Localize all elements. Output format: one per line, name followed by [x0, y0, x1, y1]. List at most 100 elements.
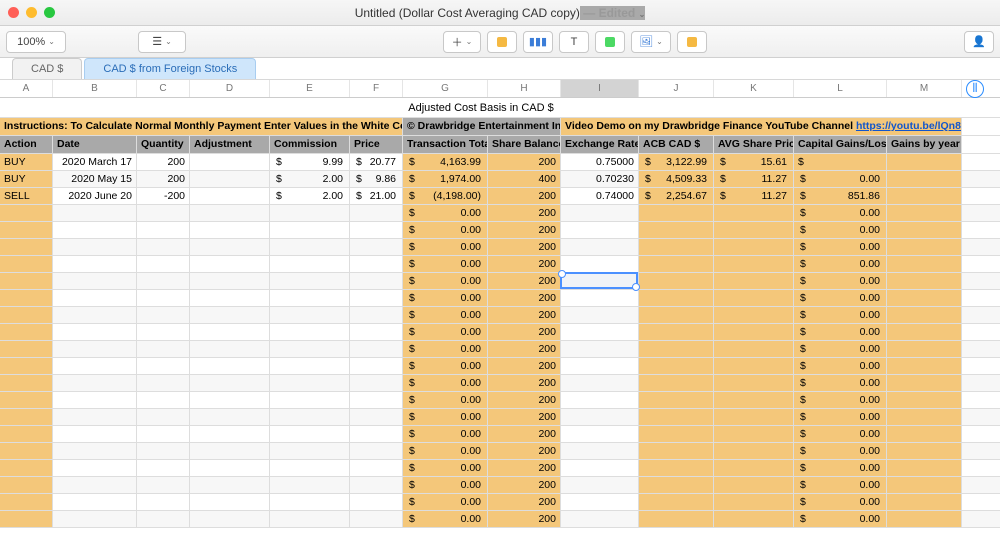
- cell[interactable]: $20.77: [350, 154, 403, 170]
- cell[interactable]: 200: [488, 324, 561, 340]
- cell[interactable]: [53, 239, 137, 255]
- cell[interactable]: 200: [137, 171, 190, 187]
- cell[interactable]: [714, 341, 794, 357]
- cell[interactable]: [137, 477, 190, 493]
- cell[interactable]: [350, 443, 403, 459]
- cell[interactable]: [270, 290, 350, 306]
- cell[interactable]: [190, 443, 270, 459]
- cell[interactable]: $0.00: [403, 307, 488, 323]
- cell[interactable]: [350, 409, 403, 425]
- cell[interactable]: 200: [488, 290, 561, 306]
- cell[interactable]: 200: [488, 426, 561, 442]
- cell[interactable]: $9.99: [270, 154, 350, 170]
- cell[interactable]: [190, 341, 270, 357]
- cell[interactable]: [350, 460, 403, 476]
- cell[interactable]: [0, 511, 53, 527]
- cell[interactable]: $0.00: [403, 341, 488, 357]
- cell[interactable]: $0.00: [403, 375, 488, 391]
- cell[interactable]: [190, 188, 270, 204]
- cell[interactable]: [350, 392, 403, 408]
- col-head[interactable]: F: [350, 80, 403, 97]
- cell[interactable]: BUY: [0, 171, 53, 187]
- cell[interactable]: $0.00: [794, 256, 887, 272]
- cell[interactable]: [270, 239, 350, 255]
- col-head[interactable]: G: [403, 80, 488, 97]
- cell[interactable]: [639, 205, 714, 221]
- col-head[interactable]: J: [639, 80, 714, 97]
- cell[interactable]: [561, 426, 639, 442]
- cell[interactable]: 200: [137, 154, 190, 170]
- cell[interactable]: [137, 307, 190, 323]
- cell[interactable]: [350, 239, 403, 255]
- cell[interactable]: 200: [488, 239, 561, 255]
- cell[interactable]: [639, 426, 714, 442]
- cell[interactable]: [137, 256, 190, 272]
- cell[interactable]: [270, 375, 350, 391]
- cell[interactable]: [639, 239, 714, 255]
- col-head[interactable]: M: [887, 80, 962, 97]
- comment-button[interactable]: [677, 31, 707, 53]
- cell[interactable]: [0, 460, 53, 476]
- cell[interactable]: $851.86: [794, 188, 887, 204]
- cell[interactable]: [137, 443, 190, 459]
- cell[interactable]: [887, 511, 962, 527]
- cell[interactable]: [639, 494, 714, 510]
- cell[interactable]: [53, 256, 137, 272]
- cell[interactable]: [53, 273, 137, 289]
- cell[interactable]: 200: [488, 222, 561, 238]
- cell[interactable]: [887, 358, 962, 374]
- cell[interactable]: [714, 426, 794, 442]
- cell[interactable]: [190, 307, 270, 323]
- cell[interactable]: $9.86: [350, 171, 403, 187]
- cell[interactable]: [561, 324, 639, 340]
- cell[interactable]: [887, 460, 962, 476]
- cell[interactable]: $0.00: [794, 222, 887, 238]
- cell[interactable]: [639, 511, 714, 527]
- cell[interactable]: [639, 307, 714, 323]
- video-link-cell[interactable]: Video Demo on my Drawbridge Finance YouT…: [561, 118, 962, 135]
- cell[interactable]: $2.00: [270, 171, 350, 187]
- cell[interactable]: [639, 324, 714, 340]
- cell[interactable]: [639, 460, 714, 476]
- cell[interactable]: [561, 392, 639, 408]
- cell[interactable]: 200: [488, 341, 561, 357]
- cell[interactable]: [639, 341, 714, 357]
- cell[interactable]: SELL: [0, 188, 53, 204]
- cell[interactable]: $0.00: [794, 511, 887, 527]
- cell[interactable]: [714, 511, 794, 527]
- cell[interactable]: $0.00: [794, 426, 887, 442]
- cell[interactable]: [53, 205, 137, 221]
- cell[interactable]: [639, 256, 714, 272]
- collaborate-button[interactable]: 👤: [964, 31, 994, 53]
- cell[interactable]: [639, 290, 714, 306]
- cell[interactable]: 400: [488, 171, 561, 187]
- cell[interactable]: [714, 290, 794, 306]
- cell[interactable]: [561, 375, 639, 391]
- cell[interactable]: [561, 341, 639, 357]
- cell[interactable]: [270, 205, 350, 221]
- cell[interactable]: [887, 205, 962, 221]
- cell[interactable]: [561, 307, 639, 323]
- cell[interactable]: $0.00: [403, 392, 488, 408]
- cell[interactable]: [714, 460, 794, 476]
- cell[interactable]: [190, 222, 270, 238]
- col-head[interactable]: B: [53, 80, 137, 97]
- cell[interactable]: [0, 392, 53, 408]
- cell[interactable]: [714, 409, 794, 425]
- col-head[interactable]: I: [561, 80, 639, 97]
- cell[interactable]: [190, 392, 270, 408]
- cell[interactable]: [0, 290, 53, 306]
- cell[interactable]: [350, 273, 403, 289]
- cell[interactable]: $4,163.99: [403, 154, 488, 170]
- cell[interactable]: $0.00: [794, 205, 887, 221]
- header-cell[interactable]: Gains by year: [887, 136, 962, 153]
- cell[interactable]: [561, 290, 639, 306]
- cell[interactable]: [270, 426, 350, 442]
- cell[interactable]: 2020 May 15: [53, 171, 137, 187]
- col-head[interactable]: K: [714, 80, 794, 97]
- cell[interactable]: [0, 324, 53, 340]
- cell[interactable]: 200: [488, 307, 561, 323]
- cell[interactable]: [0, 273, 53, 289]
- cell[interactable]: $0.00: [403, 494, 488, 510]
- sheet-tab[interactable]: CAD $ from Foreign Stocks: [84, 58, 256, 79]
